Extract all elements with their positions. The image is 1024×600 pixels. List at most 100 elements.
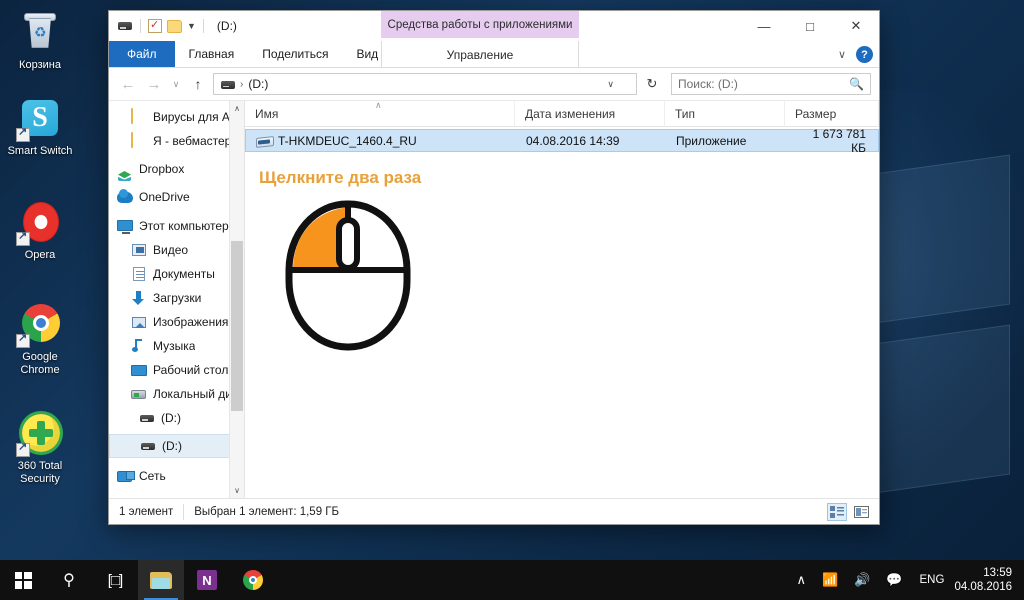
sidebar-item-dropbox[interactable]: Dropbox (109, 157, 244, 181)
quick-access-toolbar[interactable]: ▼ (D:) (109, 18, 237, 34)
clock-date: 04.08.2016 (954, 581, 1012, 593)
folder-icon (131, 108, 147, 125)
tab-home[interactable]: Главная (175, 41, 249, 67)
file-name: T-HKMDEUC_1460.4_RU (278, 133, 417, 148)
system-tray[interactable]: ∧ 📶 🔊 💬 ENG 13:59 04.08.2016 (789, 560, 1024, 600)
window-title: (D:) (216, 19, 237, 33)
file-name-cell[interactable]: T-HKMDEUC_1460.4_RU (246, 134, 516, 148)
chevron-down-icon[interactable]: ∨ (607, 79, 614, 90)
close-button[interactable]: ✕ (833, 11, 879, 41)
taskbar[interactable]: ⚲ [□] N ∧ 📶 🔊 💬 ENG 13:59 04.08.2016 (0, 560, 1024, 600)
navigation-pane[interactable]: Вирусы для Анд Я - вебмастер Dropbox One… (109, 101, 245, 498)
ribbon-tab-bar[interactable]: Файл Главная Поделиться Вид Управление ∨… (109, 41, 879, 68)
sidebar-item-drive-d[interactable]: (D:) (109, 406, 244, 430)
sidebar-item-local-disk[interactable]: Локальный дис (109, 382, 244, 406)
large-icons-view-icon[interactable] (851, 503, 871, 521)
details-view-glyph (830, 505, 844, 518)
column-label: Размер (795, 106, 837, 121)
desktop-icon-360-total-security[interactable]: 360 Total Security (1, 409, 79, 486)
file-list-pane[interactable]: Имя ∧ Дата изменения Тип Размер T-HKMDEU… (245, 99, 879, 498)
desktop-icon-recycle-bin[interactable]: ♻ Корзина (1, 8, 79, 72)
refresh-button[interactable]: ↻ (641, 76, 663, 92)
ribbon-right-controls[interactable]: ∨ ? (838, 41, 873, 68)
back-button[interactable]: ← (117, 76, 139, 93)
task-view-button[interactable]: [□] (92, 560, 138, 600)
sidebar-item-documents[interactable]: Документы (109, 262, 244, 286)
new-folder-icon[interactable] (167, 19, 182, 33)
window-controls[interactable]: — □ ✕ (741, 11, 879, 41)
help-icon[interactable]: ? (856, 46, 873, 63)
desktop-icon-google-chrome[interactable]: Google Chrome (1, 300, 79, 377)
clock-time: 13:59 (983, 567, 1012, 579)
scroll-down-icon[interactable]: ∨ (230, 483, 244, 498)
show-hidden-icons-icon[interactable]: ∧ (789, 560, 813, 600)
desktop[interactable]: ♻ Корзина S Smart Switch Opera Google Ch… (0, 0, 1024, 600)
sidebar-item-network[interactable]: Сеть (109, 464, 244, 488)
clock[interactable]: 13:59 04.08.2016 (954, 566, 1018, 594)
sidebar-item-music[interactable]: Музыка (109, 334, 244, 358)
sidebar-item-pictures[interactable]: Изображения (109, 310, 244, 334)
chevron-down-icon[interactable]: ▼ (187, 21, 196, 31)
sidebar-item-onedrive[interactable]: OneDrive (109, 185, 244, 209)
up-button[interactable]: ↑ (187, 76, 209, 92)
sidebar-item-webmaster[interactable]: Я - вебмастер (109, 129, 244, 153)
taskbar-app-google-chrome[interactable] (230, 560, 276, 600)
divider (140, 19, 141, 33)
maximize-button[interactable]: □ (787, 11, 833, 41)
onenote-icon: N (197, 570, 217, 590)
forward-button[interactable]: → (143, 76, 165, 93)
sidebar-item-viruses[interactable]: Вирусы для Анд (109, 105, 244, 129)
volume-icon[interactable]: 🔊 (847, 560, 877, 600)
view-mode-buttons[interactable] (827, 502, 871, 521)
sidebar-item-label: (D:) (161, 411, 181, 425)
recent-locations-icon[interactable]: ∨ (169, 79, 183, 90)
action-center-icon[interactable]: 💬 (879, 560, 909, 600)
sidebar-item-label: Рабочий стол (153, 363, 229, 377)
table-row[interactable]: T-HKMDEUC_1460.4_RU 04.08.2016 14:39 При… (245, 127, 879, 155)
column-header-row[interactable]: Имя ∧ Дата изменения Тип Размер (245, 99, 879, 127)
sort-ascending-icon: ∧ (375, 99, 382, 110)
address-path-input[interactable]: › (D:) ∨ (213, 73, 637, 95)
titlebar: ▼ (D:) Средства работы с приложениями — … (109, 11, 879, 41)
language-indicator[interactable]: ENG (912, 574, 953, 586)
column-header-size[interactable]: Размер (785, 100, 879, 127)
sidebar-item-desktop[interactable]: Рабочий стол (109, 358, 244, 382)
desktop-icon-opera[interactable]: Opera (1, 198, 79, 262)
sidebar-item-this-pc[interactable]: Этот компьютер (109, 214, 244, 238)
start-button[interactable] (0, 560, 46, 600)
scroll-up-icon[interactable]: ∧ (230, 101, 244, 116)
column-header-name[interactable]: Имя ∧ (245, 99, 515, 127)
properties-checkbox-icon[interactable] (148, 18, 162, 33)
tab-manage[interactable]: Управление (433, 48, 528, 62)
column-header-type[interactable]: Тип (665, 100, 785, 127)
minimize-button[interactable]: — (741, 11, 787, 41)
status-bar: 1 элемент Выбран 1 элемент: 1,59 ГБ (109, 498, 879, 524)
chrome-icon (16, 300, 64, 348)
sidebar-item-drive-d-selected[interactable]: (D:) (109, 434, 244, 458)
taskbar-app-onenote[interactable]: N (184, 560, 230, 600)
item-count: 1 элемент (109, 503, 185, 520)
search-icon[interactable]: 🔍 (849, 77, 864, 91)
search-icon: ⚲ (63, 572, 75, 589)
tab-share[interactable]: Поделиться (248, 41, 342, 67)
breadcrumb-segment[interactable]: (D:) (248, 77, 268, 91)
details-view-icon[interactable] (827, 502, 847, 521)
tab-file[interactable]: Файл (109, 41, 175, 67)
scrollbar-thumb[interactable] (231, 241, 243, 411)
taskbar-app-file-explorer[interactable] (138, 560, 184, 600)
tab-manage-wrapper[interactable]: Управление (381, 41, 579, 68)
desktop-icon-label: Google Chrome (20, 351, 60, 376)
windows-logo-icon (14, 571, 32, 589)
sidebar-item-downloads[interactable]: Загрузки (109, 286, 244, 310)
sidebar-item-video[interactable]: Видео (109, 238, 244, 262)
network-icon[interactable]: 📶 (815, 560, 845, 600)
desktop-icon-smart-switch[interactable]: S Smart Switch (1, 94, 79, 158)
taskbar-search-button[interactable]: ⚲ (46, 560, 92, 600)
address-bar[interactable]: ← → ∨ ↑ › (D:) ∨ ↻ Поиск: (D:) 🔍 (109, 68, 879, 100)
column-header-date[interactable]: Дата изменения (515, 100, 665, 127)
search-input[interactable]: Поиск: (D:) 🔍 (671, 73, 871, 95)
file-explorer-window[interactable]: ▼ (D:) Средства работы с приложениями — … (108, 10, 880, 525)
chevron-down-icon[interactable]: ∨ (838, 48, 846, 61)
navigation-pane-scrollbar[interactable]: ∧ ∨ (229, 101, 244, 498)
drive-icon[interactable] (117, 18, 133, 34)
